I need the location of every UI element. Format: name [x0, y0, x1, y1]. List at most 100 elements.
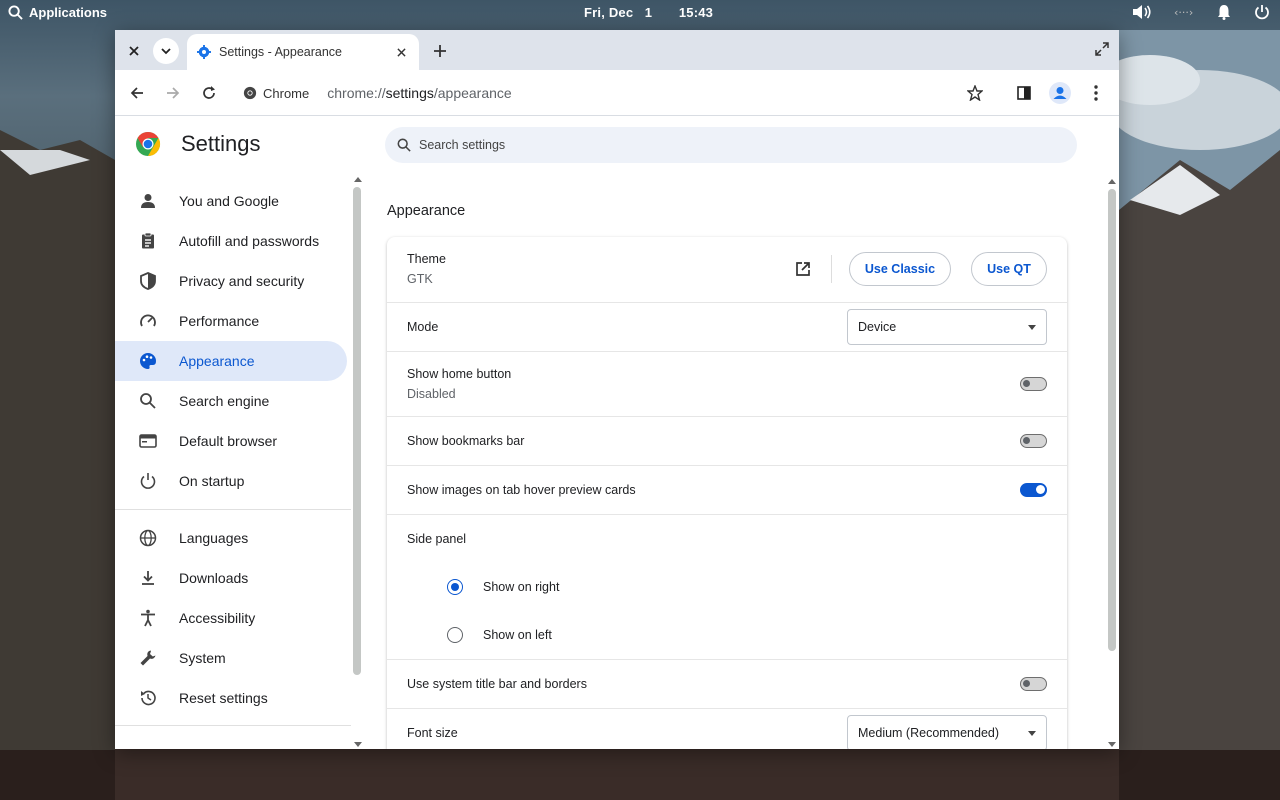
clock[interactable]: Fri, Dec 1 15:43	[584, 5, 713, 20]
sidebar-item-languages[interactable]: Languages	[115, 518, 347, 558]
browser-window: Settings - Appearance Chrome chrome://se…	[115, 30, 1119, 749]
sidebar-item-on-startup[interactable]: On startup	[115, 461, 347, 501]
menu-button[interactable]	[1083, 80, 1109, 106]
page-title: Settings	[181, 131, 261, 156]
home-button-row: Show home button Disabled	[387, 351, 1067, 416]
scroll-up-arrow[interactable]	[1108, 179, 1116, 184]
palette-icon	[140, 353, 156, 369]
sidebar-divider	[115, 509, 351, 510]
sidebar-item-accessibility[interactable]: Accessibility	[115, 598, 347, 638]
sidebar-item-autofill[interactable]: Autofill and passwords	[115, 221, 347, 261]
use-qt-button[interactable]: Use QT	[971, 252, 1047, 286]
forward-button[interactable]	[160, 80, 186, 106]
reload-button[interactable]	[196, 80, 222, 106]
tab-search-button[interactable]	[153, 38, 179, 64]
hover-cards-row: Show images on tab hover preview cards	[387, 465, 1067, 514]
avatar-icon	[1049, 82, 1071, 104]
title-bar-label: Use system title bar and borders	[407, 677, 587, 691]
mode-label: Mode	[407, 320, 439, 334]
search-settings-input[interactable]: Search settings	[385, 127, 1077, 163]
address-bar[interactable]: Chrome chrome://settings/appearance	[235, 78, 995, 108]
sidebar-item-default-browser[interactable]: Default browser	[115, 421, 347, 461]
clipboard-icon	[142, 232, 154, 249]
url-text[interactable]: chrome://settings/appearance	[327, 85, 511, 101]
bookmarks-bar-toggle[interactable]	[1020, 434, 1047, 448]
main-scrollbar[interactable]	[1105, 179, 1119, 749]
applications-menu[interactable]: Applications	[8, 5, 107, 20]
search-icon	[8, 5, 23, 20]
bookmarks-bar-row: Show bookmarks bar	[387, 416, 1067, 465]
gear-icon	[197, 45, 211, 59]
sidebar-scrollbar[interactable]	[351, 177, 363, 749]
scrollbar-thumb[interactable]	[353, 187, 361, 675]
side-panel-button[interactable]	[1011, 80, 1037, 106]
chrome-logo-icon	[243, 86, 257, 100]
network-icon[interactable]: ‹···›	[1174, 4, 1194, 20]
bookmarks-bar-label: Show bookmarks bar	[407, 434, 525, 448]
search-placeholder: Search settings	[419, 138, 506, 152]
sidebar-item-search-engine[interactable]: Search engine	[115, 381, 347, 421]
chrome-logo-icon	[136, 132, 161, 156]
font-size-row: Font size Medium (Recommended)	[387, 708, 1067, 749]
new-tab-button[interactable]	[427, 38, 453, 64]
scrollbar-thumb[interactable]	[1108, 189, 1116, 651]
plus-icon	[434, 45, 446, 57]
font-size-select[interactable]: Medium (Recommended)	[847, 715, 1047, 749]
sidebar-item-privacy[interactable]: Privacy and security	[115, 261, 347, 301]
tab-settings-appearance[interactable]: Settings - Appearance	[187, 34, 419, 70]
home-button-label: Show home button	[407, 367, 512, 381]
profile-button[interactable]	[1047, 80, 1073, 106]
theme-row: Theme GTK Use Classic Use QT	[387, 237, 1067, 302]
sidebar-item-reset-settings[interactable]: Reset settings	[115, 678, 347, 718]
scroll-down-arrow[interactable]	[1108, 742, 1116, 747]
sidebar-item-performance[interactable]: Performance	[115, 301, 347, 341]
hover-cards-toggle[interactable]	[1020, 483, 1047, 497]
reload-icon	[203, 86, 215, 99]
maximize-button[interactable]	[1095, 42, 1109, 61]
use-classic-button[interactable]: Use Classic	[849, 252, 951, 286]
side-panel-right-label[interactable]: Show on right	[483, 580, 559, 594]
mode-row: Mode Device	[387, 302, 1067, 351]
side-panel-left-label[interactable]: Show on left	[483, 628, 552, 642]
open-in-new-icon[interactable]	[795, 261, 811, 277]
side-panel-right-radio[interactable]	[447, 579, 463, 595]
side-panel-row: Side panel Show on right Show on left	[387, 514, 1067, 659]
sidebar-item-downloads[interactable]: Downloads	[115, 558, 347, 598]
scroll-up-arrow[interactable]	[354, 177, 362, 182]
notification-bell-icon[interactable]	[1216, 4, 1232, 20]
kebab-menu-icon	[1094, 85, 1098, 101]
settings-main: Appearance Theme GTK Use Classic Use QT …	[363, 179, 1105, 749]
title-bar-toggle[interactable]	[1020, 677, 1047, 691]
volume-icon[interactable]	[1132, 4, 1152, 20]
search-icon	[397, 138, 411, 152]
theme-value: GTK	[407, 272, 433, 286]
section-title: Appearance	[387, 203, 466, 219]
svg-text:‹···›: ‹···›	[1174, 6, 1193, 19]
sidebar-item-system[interactable]: System	[115, 638, 347, 678]
settings-header: Settings	[135, 131, 261, 157]
side-panel-left-radio[interactable]	[447, 627, 463, 643]
close-tab-button[interactable]	[391, 42, 411, 62]
title-bar-row: Use system title bar and borders	[387, 659, 1067, 708]
mode-select[interactable]: Device	[847, 309, 1047, 345]
power-icon	[140, 473, 156, 489]
close-icon	[129, 46, 139, 56]
home-button-toggle[interactable]	[1020, 377, 1047, 391]
site-info-chip[interactable]: Chrome	[243, 86, 309, 101]
close-window-button[interactable]	[121, 38, 147, 64]
scroll-down-arrow[interactable]	[354, 742, 362, 747]
bookmark-star-button[interactable]	[962, 80, 988, 106]
back-button[interactable]	[124, 80, 150, 106]
theme-label: Theme	[407, 252, 446, 266]
star-icon	[967, 85, 983, 101]
arrow-right-icon	[167, 87, 180, 99]
applications-label: Applications	[29, 5, 108, 20]
system-tray: ‹···›	[1132, 4, 1270, 20]
sidebar-item-you-and-google[interactable]: You and Google	[115, 181, 347, 221]
arrow-left-icon	[130, 87, 143, 99]
sidebar-item-appearance[interactable]: Appearance	[115, 341, 347, 381]
tab-title: Settings - Appearance	[219, 45, 342, 59]
accessibility-icon	[141, 609, 155, 627]
home-button-status: Disabled	[407, 387, 456, 401]
power-icon[interactable]	[1254, 4, 1270, 20]
